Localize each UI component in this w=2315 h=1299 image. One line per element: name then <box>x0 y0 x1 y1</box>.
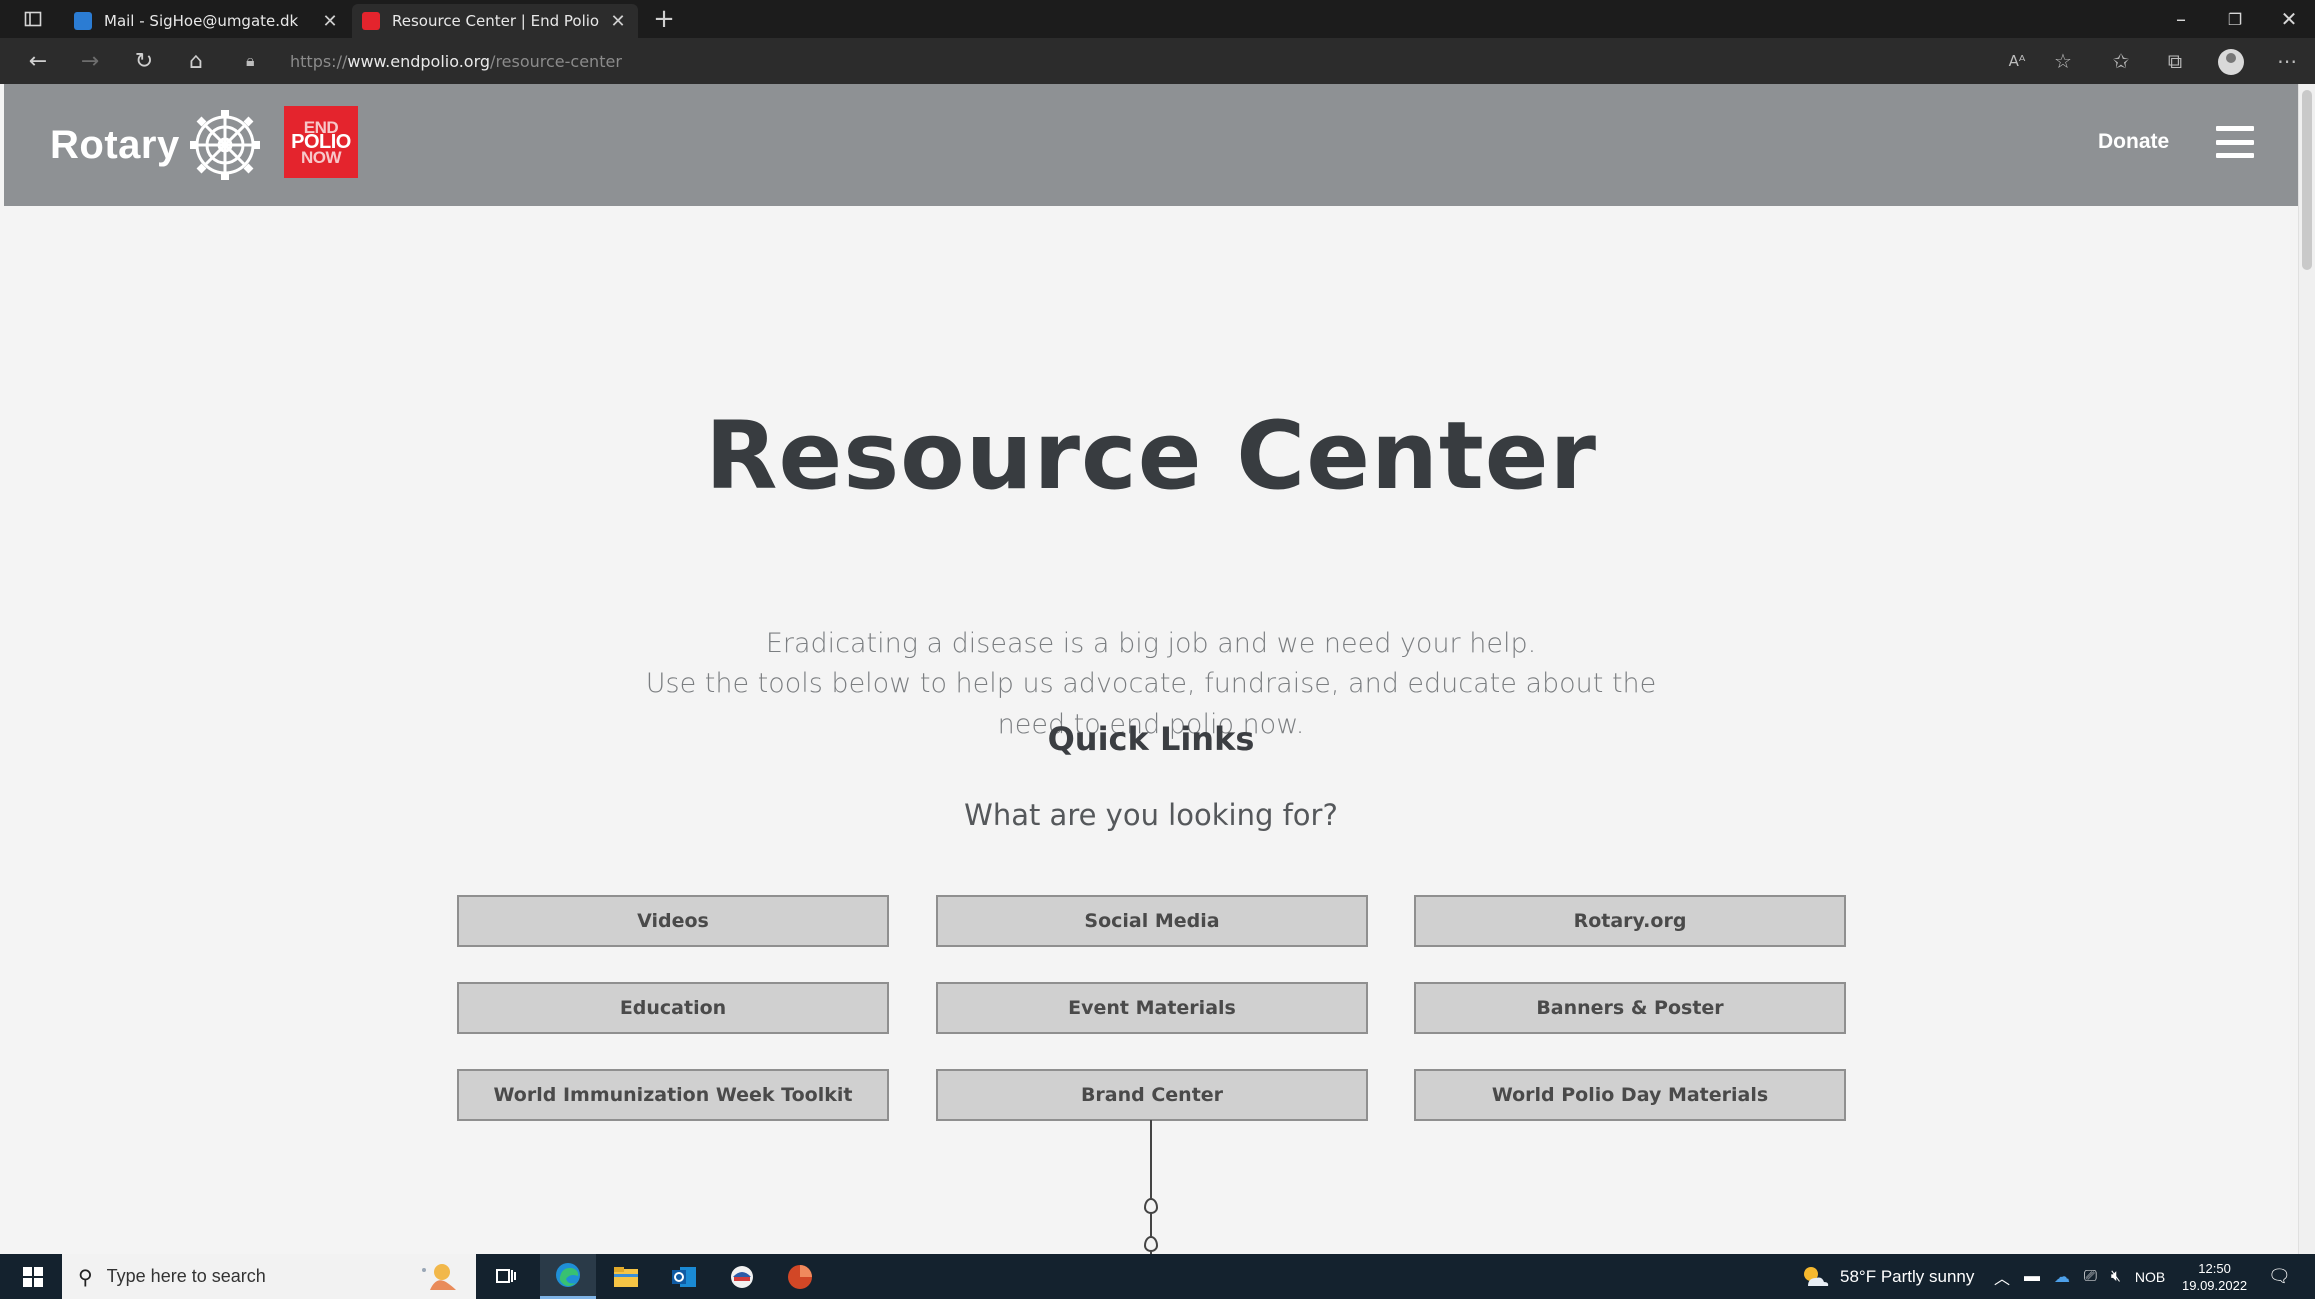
teams-meeting-icon[interactable] <box>714 1254 770 1299</box>
volume-muted-icon[interactable]: 🔇︎ <box>2111 1268 2121 1286</box>
tab-title: Resource Center | End Polio <box>392 12 600 30</box>
read-aloud-icon[interactable]: Aᴬ <box>2000 46 2034 76</box>
add-favorite-icon[interactable]: ☆ <box>2046 46 2080 76</box>
web-page: Rotary END POLIO NOW Donate Resource Cen… <box>4 84 2298 1254</box>
rotary-wheel-icon <box>189 110 260 180</box>
browser-address-bar: ← → ↻ ⌂ 🔒︎ https:// www.endpolio.org /re… <box>0 38 2315 84</box>
collections-icon[interactable]: ⧉ <box>2158 46 2192 76</box>
profile-icon[interactable] <box>2218 49 2244 75</box>
home-icon[interactable]: ⌂ <box>178 46 214 76</box>
notification-center-icon[interactable]: 🗨︎ <box>2268 1254 2291 1299</box>
hero-subtitle-line: Use the tools below to help us advocate,… <box>645 668 1657 699</box>
favorites-icon[interactable]: ✩ <box>2104 46 2138 76</box>
edge-browser-icon[interactable] <box>540 1254 596 1299</box>
vaccine-drop-line <box>1150 1120 1152 1254</box>
windows-start-icon[interactable] <box>10 1254 56 1299</box>
forward-icon[interactable]: → <box>72 46 108 76</box>
hero-subtitle-line: Eradicating a disease is a big job and w… <box>765 628 1537 659</box>
quick-link-social-media[interactable]: Social Media <box>936 895 1368 947</box>
tab-actions-icon[interactable] <box>8 0 58 38</box>
task-view-icon[interactable] <box>478 1254 534 1299</box>
url-path: /resource-center <box>490 51 622 71</box>
page-title: Resource Center <box>705 402 1597 511</box>
rotary-logo[interactable]: Rotary <box>50 104 262 186</box>
show-hidden-icons-icon[interactable]: ︿ <box>1994 1265 2010 1289</box>
more-icon[interactable]: ⋯ <box>2270 46 2304 76</box>
tab-resource-center[interactable]: Resource Center | End Polio ✕ <box>352 4 638 38</box>
tab-mail[interactable]: Mail - SigHoe@umgate.dk ✕ <box>64 4 350 38</box>
restore-icon[interactable]: ❐ <box>2208 0 2262 38</box>
quick-link-videos[interactable]: Videos <box>457 895 889 947</box>
minimize-icon[interactable]: – <box>2154 0 2208 38</box>
site-header: Rotary END POLIO NOW Donate <box>4 84 2298 206</box>
badge-line-now: NOW <box>300 147 342 167</box>
hamburger-menu-icon[interactable] <box>2216 126 2254 158</box>
network-icon[interactable]: ⎚ <box>2084 1268 2097 1286</box>
outlook-favicon-icon <box>74 12 92 30</box>
endpolio-favicon-icon <box>362 12 380 30</box>
quick-link-banners-poster[interactable]: Banners & Poster <box>1414 982 1846 1034</box>
system-tray: ︿ ▬ ☁ ⎚ 🔇︎ NOB <box>1994 1254 2165 1299</box>
weather-text: 58°F Partly sunny <box>1840 1266 1975 1286</box>
quick-link-event-materials[interactable]: Event Materials <box>936 982 1368 1034</box>
end-polio-now-logo[interactable]: END POLIO NOW <box>284 106 358 178</box>
back-icon[interactable]: ← <box>20 46 56 76</box>
clock-time: 12:50 <box>2198 1260 2231 1276</box>
url-host: www.endpolio.org <box>347 51 491 71</box>
quick-link-brand-center[interactable]: Brand Center <box>936 1069 1368 1121</box>
file-explorer-icon[interactable] <box>598 1254 654 1299</box>
browser-tab-bar: Mail - SigHoe@umgate.dk ✕ Resource Cente… <box>0 0 2315 38</box>
weather-widget[interactable]: 58°F Partly sunny <box>1800 1254 1974 1299</box>
quick-link-rotary-org[interactable]: Rotary.org <box>1414 895 1846 947</box>
partly-sunny-icon <box>1804 1266 1829 1286</box>
search-highlight-icon <box>422 1264 456 1290</box>
close-tab-icon[interactable]: ✕ <box>608 11 628 32</box>
input-language[interactable]: NOB <box>2135 1269 2165 1285</box>
url-scheme: https:// <box>290 51 348 71</box>
lock-icon: 🔒︎ <box>246 51 255 70</box>
page-scrollbar[interactable] <box>2298 84 2315 1254</box>
new-tab-button[interactable]: + <box>648 3 680 35</box>
outlook-icon[interactable] <box>656 1254 712 1299</box>
donate-link[interactable]: Donate <box>2098 130 2169 154</box>
taskbar-search-placeholder: Type here to search <box>106 1266 266 1286</box>
close-tab-icon[interactable]: ✕ <box>320 11 340 32</box>
url-field[interactable]: 🔒︎ https:// www.endpolio.org /resource-c… <box>246 45 1986 77</box>
search-icon: ⚲ <box>78 1264 93 1289</box>
onedrive-icon[interactable]: ☁ <box>2054 1267 2070 1287</box>
clock[interactable]: 12:50 19.09.2022 <box>2182 1254 2247 1299</box>
tab-title: Mail - SigHoe@umgate.dk <box>104 12 299 30</box>
quick-link-world-polio-day[interactable]: World Polio Day Materials <box>1414 1069 1846 1121</box>
clock-date: 19.09.2022 <box>2182 1277 2248 1293</box>
drop-icon <box>1144 1198 1158 1214</box>
tray-app-icon[interactable]: ▬ <box>2024 1268 2040 1286</box>
quick-links-question: What are you looking for? <box>964 798 1338 832</box>
windows-taskbar: ⚲ Type here to search 58°F Partly sunny … <box>0 1254 2315 1299</box>
taskbar-search-box[interactable]: ⚲ Type here to search <box>62 1254 476 1299</box>
close-window-icon[interactable]: ✕ <box>2262 0 2315 38</box>
quick-links-title: Quick Links <box>1047 720 1255 758</box>
quick-link-world-immunization-week[interactable]: World Immunization Week Toolkit <box>457 1069 889 1121</box>
scrollbar-thumb[interactable] <box>2302 90 2312 270</box>
quick-link-education[interactable]: Education <box>457 982 889 1034</box>
powerpoint-icon[interactable] <box>772 1254 828 1299</box>
refresh-icon[interactable]: ↻ <box>126 46 162 76</box>
rotary-wordmark: Rotary <box>50 122 180 167</box>
drop-icon <box>1144 1236 1158 1252</box>
